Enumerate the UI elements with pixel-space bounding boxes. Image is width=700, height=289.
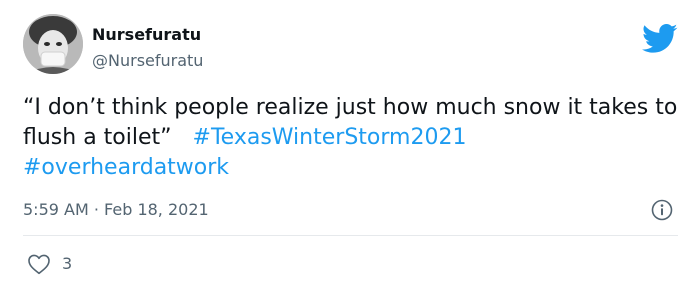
avatar-image <box>23 14 83 74</box>
twitter-bird-icon[interactable] <box>642 24 678 54</box>
hashtag-link[interactable]: #overheardatwork <box>23 155 229 180</box>
avatar[interactable] <box>23 14 83 74</box>
tweet-card: Nursefuratu @Nursefuratu “I don’t think … <box>0 0 700 289</box>
info-icon[interactable] <box>651 199 673 221</box>
hashtag-link[interactable]: #TexasWinterStorm2021 <box>193 125 467 150</box>
tweet-text: “I don’t think people realize just how m… <box>23 93 688 183</box>
heart-icon[interactable] <box>27 253 51 275</box>
user-handle[interactable]: @Nursefuratu <box>92 51 203 70</box>
display-name[interactable]: Nursefuratu <box>92 25 201 44</box>
tweet-timestamp[interactable]: 5:59 AM · Feb 18, 2021 <box>23 200 209 220</box>
divider <box>23 235 678 236</box>
like-count: 3 <box>62 254 73 273</box>
